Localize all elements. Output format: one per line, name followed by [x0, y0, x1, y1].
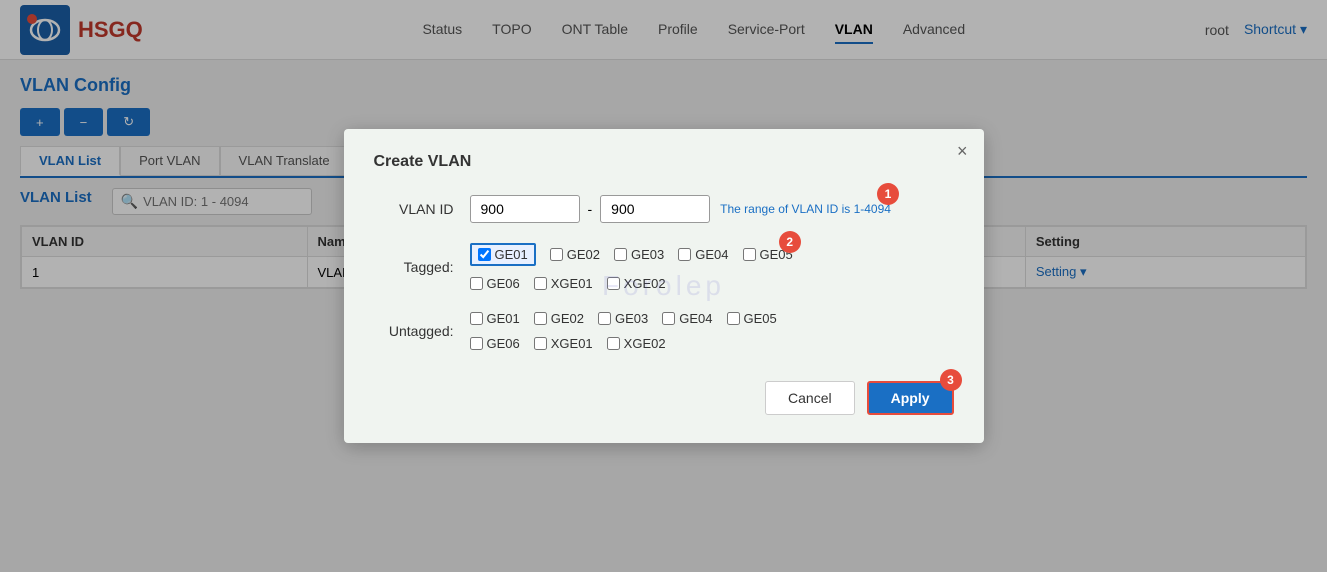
tagged-xge01-checkbox[interactable]: [534, 277, 547, 290]
vlan-id-to-input[interactable]: [600, 195, 710, 223]
untagged-xge01[interactable]: XGE01: [534, 336, 593, 351]
modal-title: Create VLAN: [374, 153, 954, 171]
tagged-ge01-checkbox[interactable]: [478, 248, 491, 261]
untagged-ge03[interactable]: GE03: [598, 311, 648, 326]
modal-overlay: Create VLAN × VLAN ID - The range of VLA…: [0, 0, 1327, 572]
vlan-id-from-input[interactable]: [470, 195, 580, 223]
untagged-ge04-label: GE04: [679, 311, 712, 326]
untagged-xge02-label: XGE02: [624, 336, 666, 351]
untagged-xge02[interactable]: XGE02: [607, 336, 666, 351]
untagged-ge05-label: GE05: [744, 311, 777, 326]
untagged-ge03-label: GE03: [615, 311, 648, 326]
tagged-xge02-checkbox[interactable]: [607, 277, 620, 290]
tagged-xge02[interactable]: XGE02: [607, 276, 666, 291]
tagged-ports-row2: GE06 XGE01 XGE02: [470, 276, 793, 291]
tagged-ge04-label: GE04: [695, 247, 728, 262]
untagged-ge02[interactable]: GE02: [534, 311, 584, 326]
tagged-xge02-label: XGE02: [624, 276, 666, 291]
untagged-ge02-checkbox[interactable]: [534, 312, 547, 325]
tagged-row: Tagged: GE01 GE02 GE0: [374, 243, 954, 291]
tagged-ge06-label: GE06: [487, 276, 520, 291]
untagged-ge01[interactable]: GE01: [470, 311, 520, 326]
untagged-xge01-checkbox[interactable]: [534, 337, 547, 350]
tagged-ge03-checkbox[interactable]: [614, 248, 627, 261]
untagged-ports-group: GE01 GE02 GE03 GE04: [470, 311, 777, 351]
untagged-ports-row1: GE01 GE02 GE03 GE04: [470, 311, 777, 326]
vlan-id-inputs: -: [470, 195, 711, 223]
untagged-ge03-checkbox[interactable]: [598, 312, 611, 325]
tagged-xge01[interactable]: XGE01: [534, 276, 593, 291]
modal-footer: Cancel Apply 3: [374, 381, 954, 415]
untagged-ge01-checkbox[interactable]: [470, 312, 483, 325]
tagged-ge05-checkbox[interactable]: [743, 248, 756, 261]
badge-2: 2: [779, 231, 801, 253]
untagged-xge02-checkbox[interactable]: [607, 337, 620, 350]
untagged-row: Untagged: GE01 GE02 GE03: [374, 311, 954, 351]
untagged-ge06[interactable]: GE06: [470, 336, 520, 351]
untagged-ge02-label: GE02: [551, 311, 584, 326]
tagged-ge06[interactable]: GE06: [470, 276, 520, 291]
tagged-ge02[interactable]: GE02: [550, 247, 600, 262]
create-vlan-modal: Create VLAN × VLAN ID - The range of VLA…: [344, 129, 984, 443]
vlan-id-label: VLAN ID: [374, 201, 454, 217]
untagged-ge05-checkbox[interactable]: [727, 312, 740, 325]
badge-1: 1: [877, 183, 899, 205]
tagged-ge02-checkbox[interactable]: [550, 248, 563, 261]
untagged-label: Untagged:: [374, 323, 454, 339]
tagged-ge01-label: GE01: [495, 247, 528, 262]
tagged-label: Tagged:: [374, 259, 454, 275]
cancel-button[interactable]: Cancel: [765, 381, 855, 415]
tagged-ge06-checkbox[interactable]: [470, 277, 483, 290]
vlan-id-separator: -: [588, 201, 593, 217]
tagged-ge03-label: GE03: [631, 247, 664, 262]
tagged-ge04[interactable]: GE04: [678, 247, 728, 262]
untagged-ge04-checkbox[interactable]: [662, 312, 675, 325]
tagged-ge01[interactable]: GE01: [470, 243, 536, 266]
tagged-ports-group: GE01 GE02 GE03 GE04: [470, 243, 793, 291]
tagged-ge02-label: GE02: [567, 247, 600, 262]
badge-3: 3: [940, 369, 962, 391]
untagged-ge05[interactable]: GE05: [727, 311, 777, 326]
untagged-xge01-label: XGE01: [551, 336, 593, 351]
tagged-ge03[interactable]: GE03: [614, 247, 664, 262]
untagged-ge06-checkbox[interactable]: [470, 337, 483, 350]
untagged-ge06-label: GE06: [487, 336, 520, 351]
vlan-range-hint: The range of VLAN ID is 1-4094: [720, 202, 891, 216]
tagged-xge01-label: XGE01: [551, 276, 593, 291]
untagged-ports-row2: GE06 XGE01 XGE02: [470, 336, 777, 351]
apply-button[interactable]: Apply: [867, 381, 954, 415]
untagged-ge01-label: GE01: [487, 311, 520, 326]
vlan-id-row: VLAN ID - The range of VLAN ID is 1-4094…: [374, 195, 954, 223]
untagged-ge04[interactable]: GE04: [662, 311, 712, 326]
tagged-ports-row1: GE01 GE02 GE03 GE04: [470, 243, 793, 266]
tagged-ge04-checkbox[interactable]: [678, 248, 691, 261]
modal-close-button[interactable]: ×: [957, 141, 968, 162]
